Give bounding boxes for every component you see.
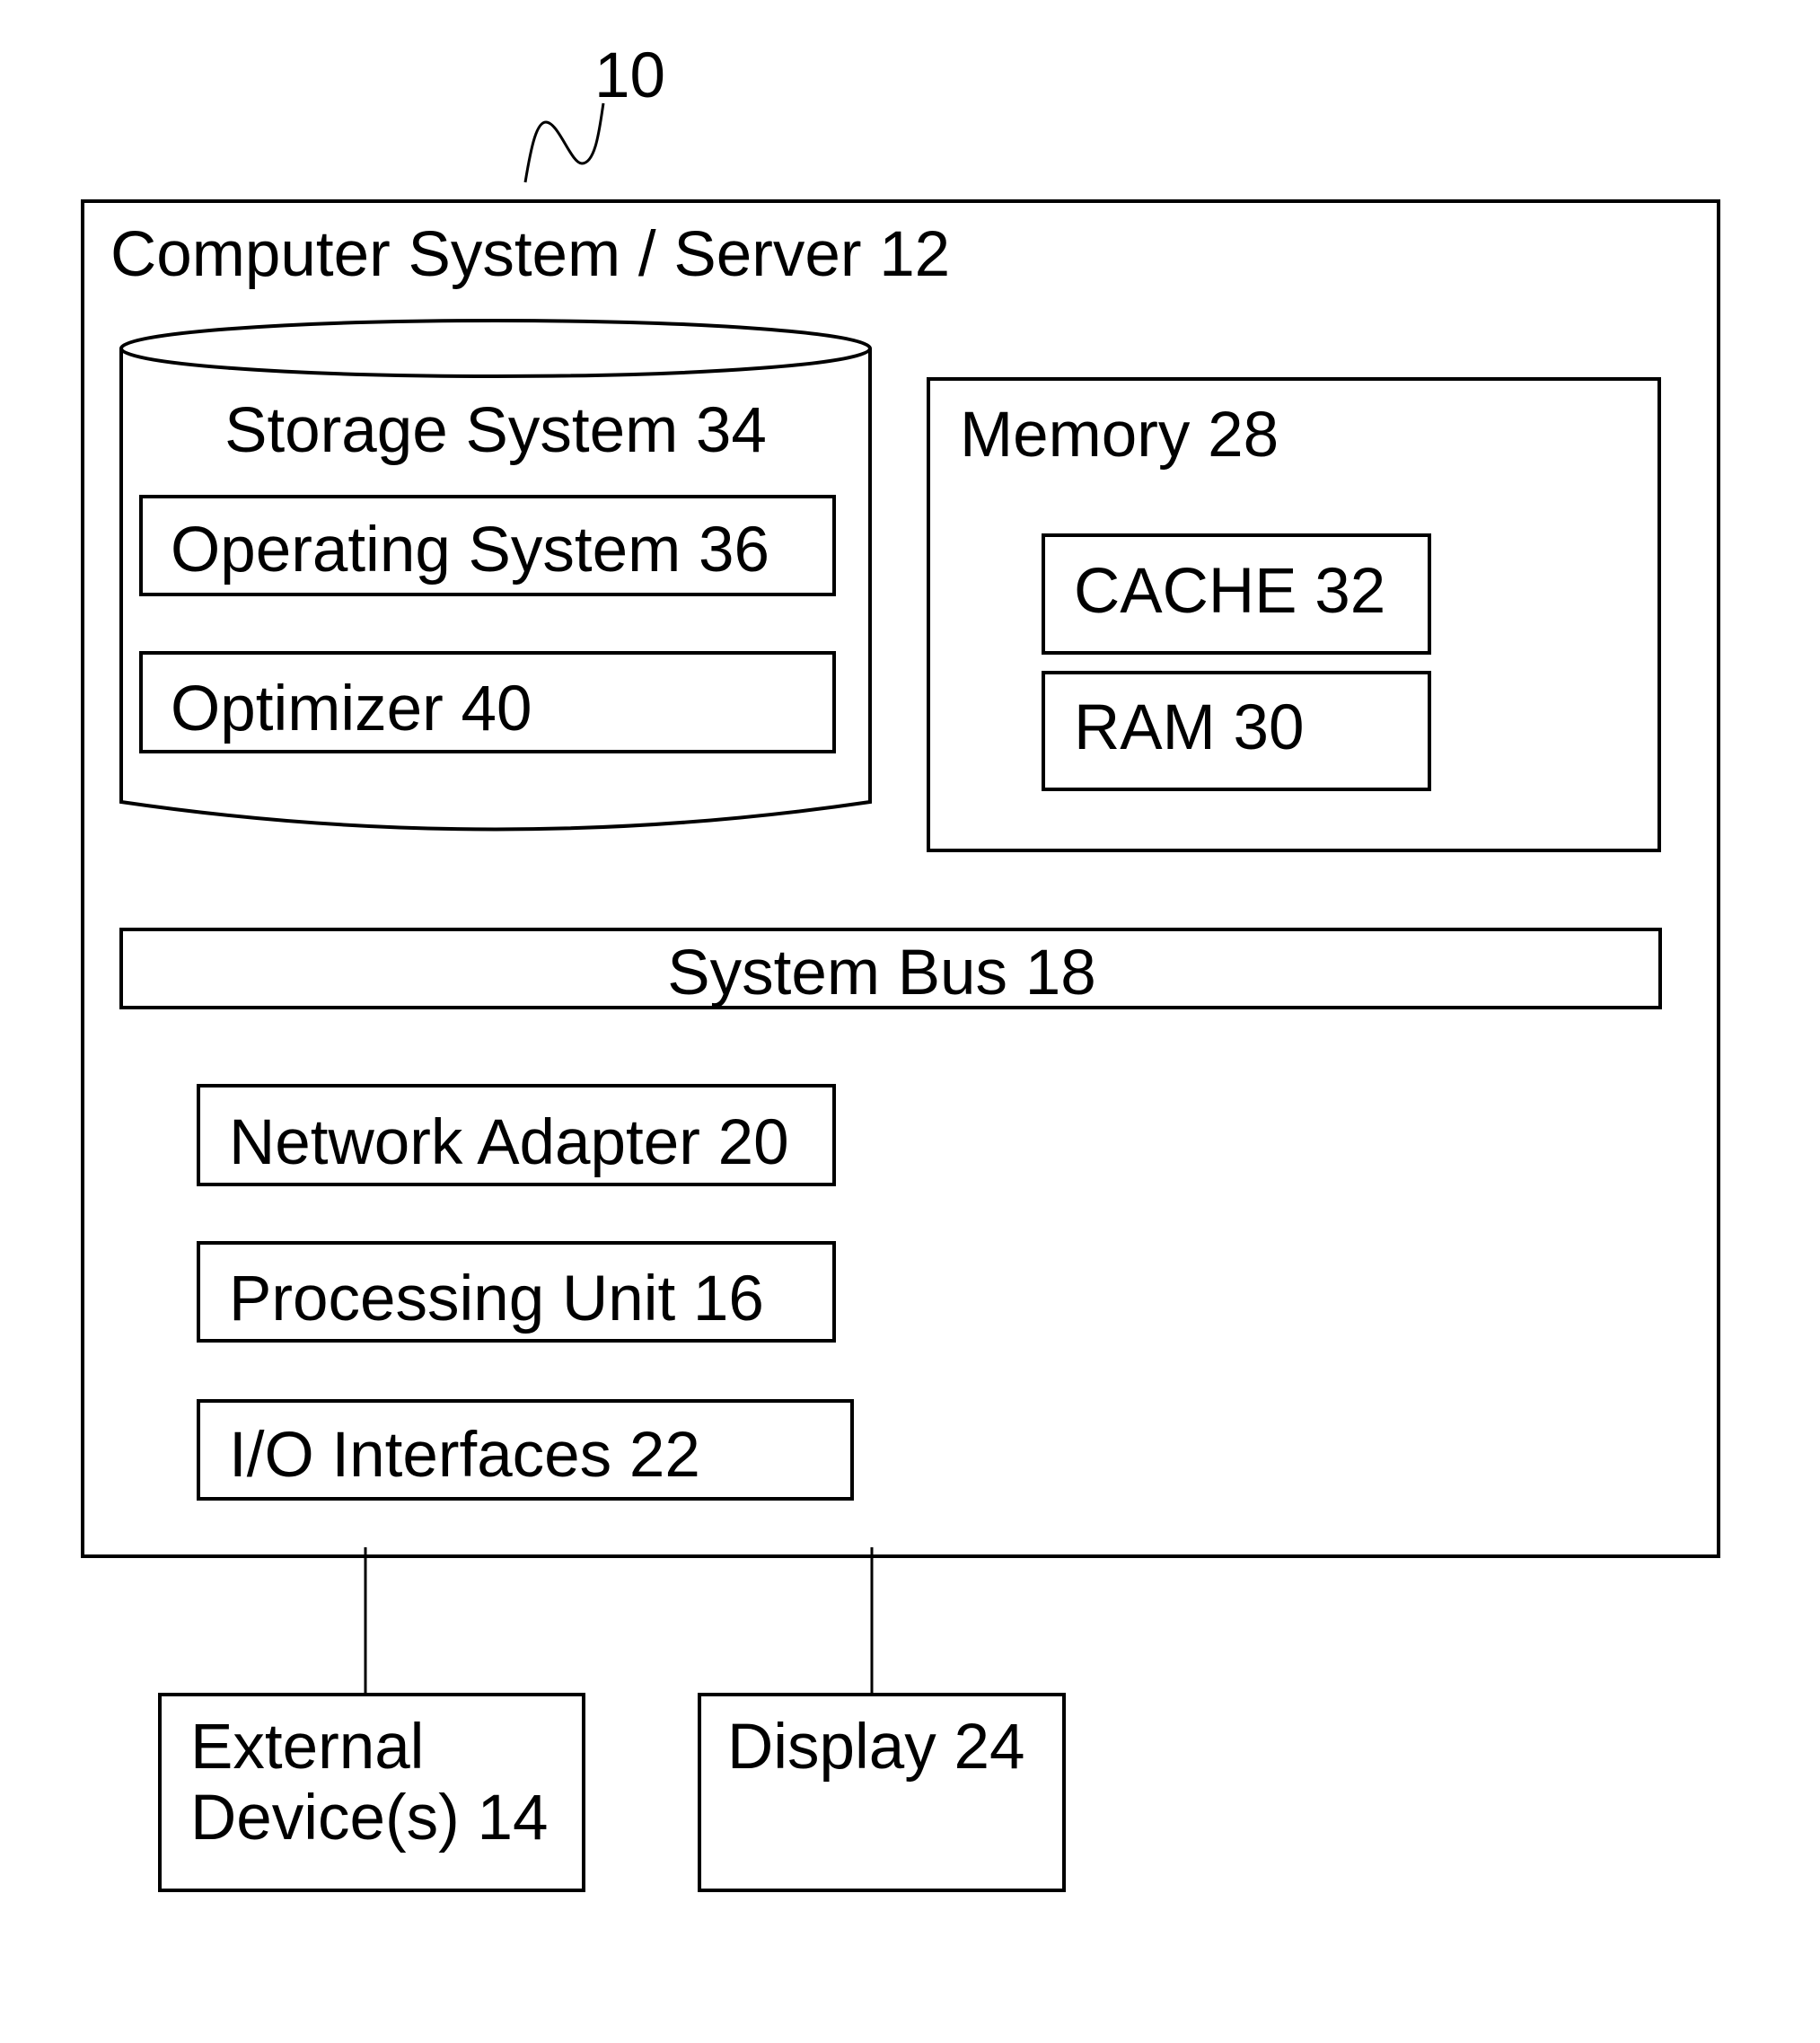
ram-label: RAM 30 [1074, 692, 1304, 763]
external-devices-label-line2: Device(s) 14 [190, 1783, 549, 1854]
storage-system-label: Storage System 34 [224, 395, 767, 466]
network-adapter-label: Network Adapter 20 [229, 1107, 789, 1178]
operating-system-label: Operating System 36 [171, 515, 769, 586]
external-devices-label-line1: External [190, 1712, 424, 1783]
cache-label: CACHE 32 [1074, 556, 1385, 627]
cylinder-top [119, 319, 872, 378]
optimizer-label: Optimizer 40 [171, 674, 532, 744]
computer-system-diagram: 10 Computer System / Server 12 Storage S… [81, 40, 1720, 1892]
reference-leader-squiggle [523, 102, 605, 183]
io-interfaces-label: I/O Interfaces 22 [229, 1420, 700, 1491]
memory-label: Memory 28 [960, 400, 1279, 471]
reference-numeral-10: 10 [594, 40, 665, 111]
system-bus-label: System Bus 18 [667, 938, 1095, 1008]
computer-system-title: Computer System / Server 12 [110, 219, 950, 290]
display-label: Display 24 [727, 1712, 1025, 1783]
processing-unit-label: Processing Unit 16 [229, 1264, 764, 1334]
